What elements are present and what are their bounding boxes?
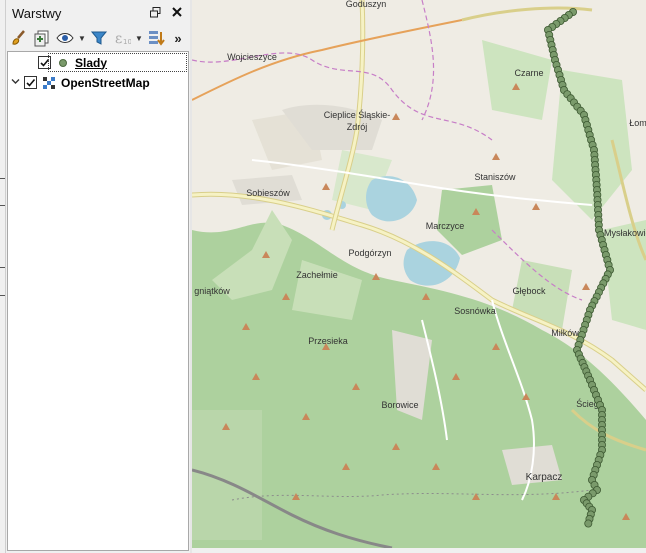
visibility-eye-icon[interactable] <box>55 28 75 48</box>
svg-text:10: 10 <box>123 38 131 46</box>
layers-panel: Warstwy ▼ ε 10 ▼ » Slady OpenStreetMap <box>6 0 190 553</box>
map-canvas[interactable]: Goduszyn Wojcieszyce Czarne Łom Cieplice… <box>192 0 646 548</box>
place-label: Sobieszów <box>246 188 290 198</box>
track-point <box>584 519 593 528</box>
edge-tick <box>0 178 5 179</box>
place-label: Borowice <box>381 400 418 410</box>
more-tools-button[interactable]: » <box>168 28 188 48</box>
float-icon[interactable] <box>148 5 162 19</box>
filter-icon[interactable] <box>89 28 109 48</box>
place-label: Mysłakowic <box>604 228 646 238</box>
layer-checkbox[interactable] <box>24 76 37 89</box>
panel-title-bar: Warstwy <box>6 2 190 24</box>
chevron-down-icon[interactable]: ▼ <box>135 28 143 48</box>
place-label: gniątków <box>194 286 230 296</box>
place-label: Czarne <box>514 68 543 78</box>
chevron-down-icon[interactable]: ▼ <box>78 28 86 48</box>
place-label: Łom <box>629 118 646 128</box>
layer-row-slady[interactable]: Slady <box>8 53 188 72</box>
close-icon[interactable] <box>170 5 184 19</box>
place-label: Marczyce <box>426 221 465 231</box>
add-group-icon[interactable] <box>32 28 52 48</box>
place-label: Goduszyn <box>346 0 387 9</box>
edge-tick <box>0 295 5 296</box>
panel-title: Warstwy <box>12 5 62 21</box>
place-label: Wojcieszyce <box>227 52 277 62</box>
layers-toolbar: ▼ ε 10 ▼ » <box>6 25 190 51</box>
layer-tree: Slady OpenStreetMap <box>7 51 189 551</box>
place-label: Zdrój <box>347 122 368 132</box>
expand-collapse-icon[interactable] <box>146 28 166 48</box>
raster-icon <box>43 76 55 89</box>
expression-filter-icon[interactable]: ε 10 <box>112 28 132 48</box>
place-label: Przesieka <box>308 336 348 346</box>
place-label: Głębock <box>512 286 546 296</box>
place-label: Karpacz <box>526 472 563 483</box>
layer-row-openstreetmap[interactable]: OpenStreetMap <box>8 73 188 92</box>
edge-tick <box>0 267 5 268</box>
selection-focus-frame <box>48 53 187 72</box>
place-label: Podgórzyn <box>348 248 391 258</box>
status-strip <box>192 548 646 553</box>
style-brush-icon[interactable] <box>9 28 29 48</box>
layer-name: OpenStreetMap <box>61 75 150 90</box>
place-label: Zachełmie <box>296 270 338 280</box>
chevron-down-icon[interactable] <box>8 77 22 89</box>
place-label: Staniszów <box>474 172 516 182</box>
place-label: Miłków <box>551 328 579 338</box>
place-label: Sosnówka <box>454 306 496 316</box>
place-label: Cieplice Śląskie- <box>324 109 391 120</box>
svg-text:ε: ε <box>115 31 122 47</box>
edge-tick <box>0 205 5 206</box>
